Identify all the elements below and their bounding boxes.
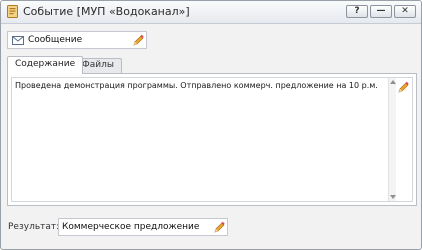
close-button[interactable]: ✕ <box>394 5 416 18</box>
scroll-down-icon[interactable] <box>390 195 396 199</box>
pencil-icon[interactable] <box>397 81 410 94</box>
content-panel: Проведена демонстрация программы. Отправ… <box>7 73 417 206</box>
result-field[interactable] <box>58 218 228 236</box>
content-textarea[interactable]: Проведена демонстрация программы. Отправ… <box>11 77 413 202</box>
mail-icon <box>12 36 24 45</box>
help-button[interactable]: ? <box>346 5 368 18</box>
tab-content[interactable]: Содержание <box>7 56 84 74</box>
event-window: Событие [МУП «Водоканал»] ? — ✕ Содержан… <box>0 0 422 250</box>
subject-input[interactable] <box>28 34 120 46</box>
content-text[interactable]: Проведена демонстрация программы. Отправ… <box>15 80 385 91</box>
result-input[interactable] <box>62 221 207 233</box>
window-title: Событие [МУП «Водоканал»] <box>23 5 190 18</box>
title-bar[interactable]: Событие [МУП «Водоканал»] ? — ✕ <box>1 1 421 24</box>
minimize-button[interactable]: — <box>370 5 392 18</box>
scroll-up-icon[interactable] <box>390 80 396 84</box>
vertical-scrollbar[interactable] <box>388 78 396 201</box>
pencil-icon[interactable] <box>213 221 226 234</box>
pencil-icon[interactable] <box>132 34 145 47</box>
document-icon <box>7 5 18 18</box>
result-label: Результат: <box>8 222 60 232</box>
subject-field[interactable] <box>7 31 147 49</box>
